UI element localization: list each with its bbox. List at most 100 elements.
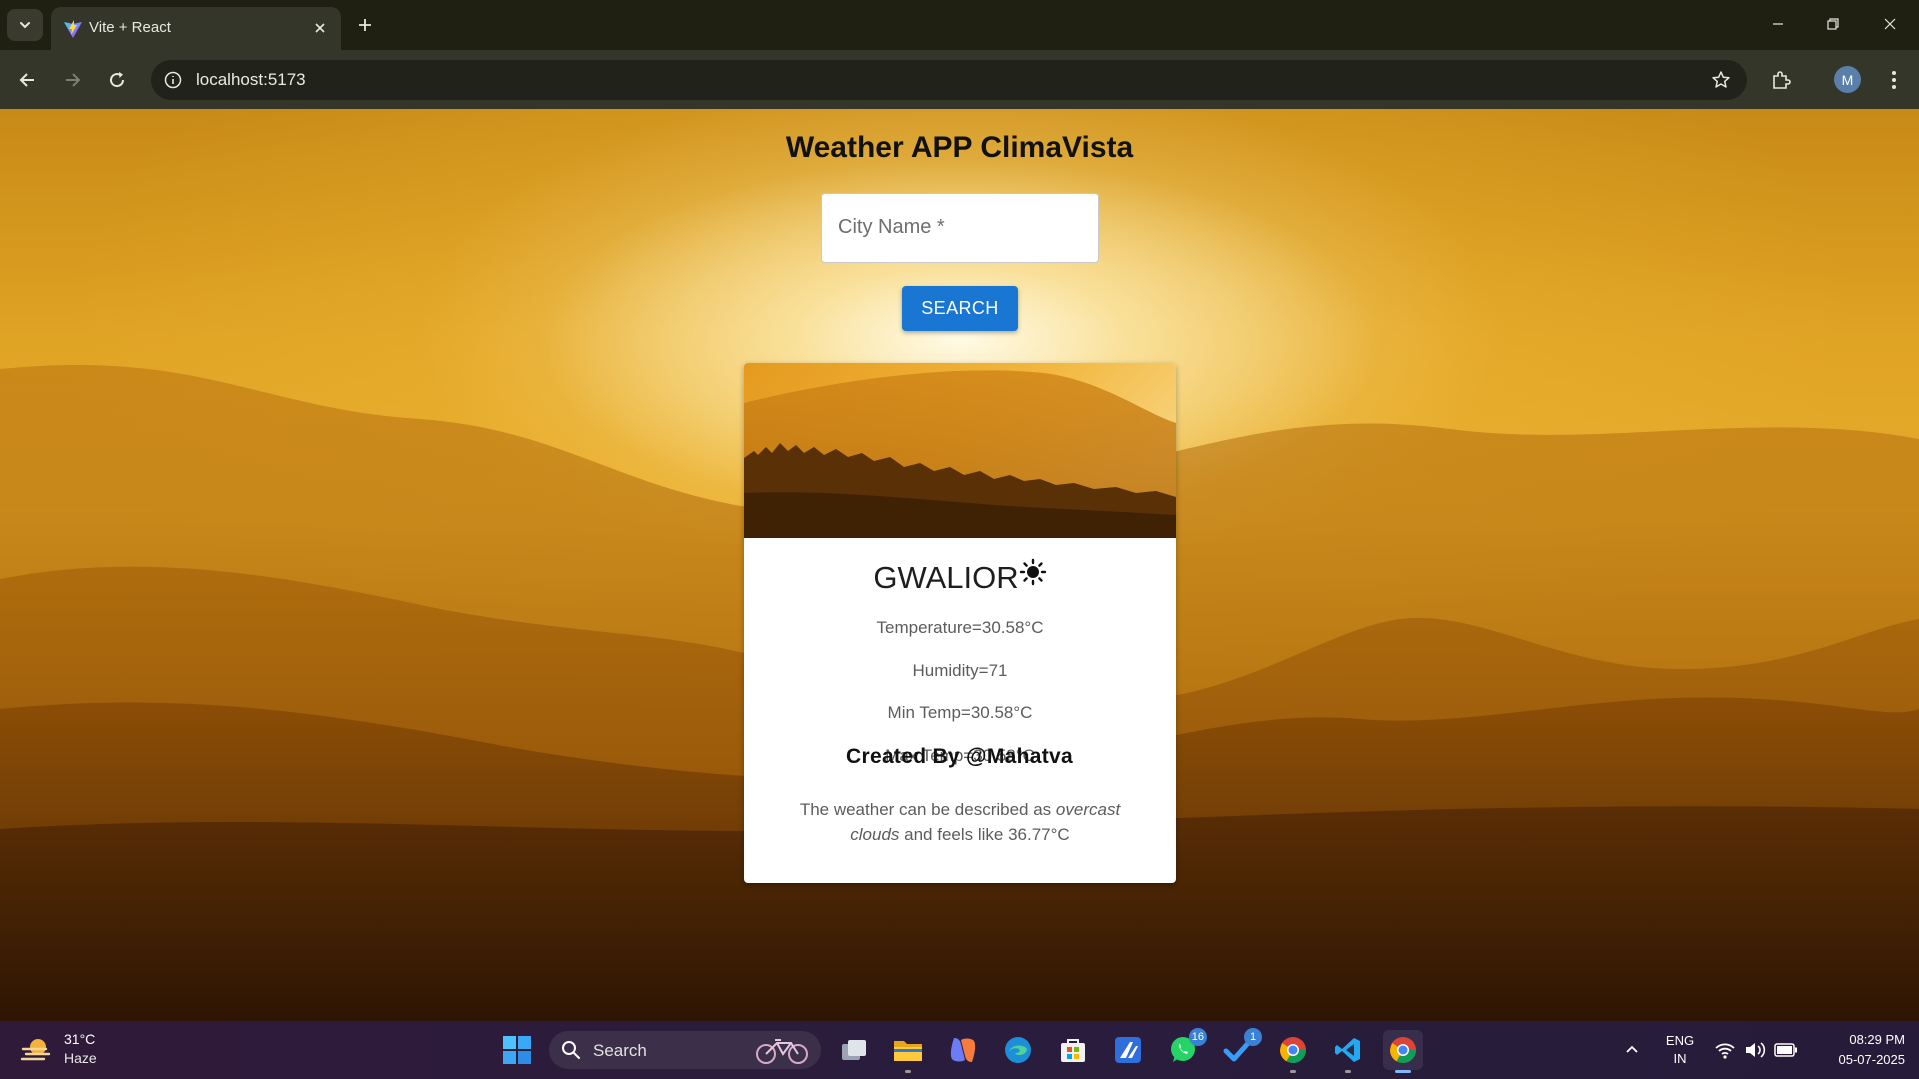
running-indicator [1345,1070,1351,1073]
description-prefix: The weather can be described as [799,800,1052,819]
address-bar[interactable]: localhost:5173 [151,60,1747,100]
edge-button[interactable] [998,1030,1038,1070]
todo-badge: 1 [1244,1028,1262,1046]
chrome-icon [1279,1037,1307,1064]
running-indicator [1290,1070,1296,1073]
search-button[interactable]: SEARCH [902,286,1018,331]
app-button[interactable] [1108,1030,1148,1070]
min-temp-text: Min Temp=30.58°C [887,703,1033,722]
browser-toolbar: localhost:5173 M [0,50,1919,109]
clock-time: 08:29 PM [1849,1032,1905,1047]
city-name-input[interactable]: City Name * [821,193,1099,263]
system-clock[interactable]: 08:29 PM 05-07-2025 [1805,1030,1906,1070]
arrow-left-icon [19,73,34,87]
windows-logo-icon [503,1036,531,1064]
vite-logo-icon [64,20,82,38]
taskbar-search[interactable]: Search [549,1031,821,1069]
restore-button[interactable] [1810,6,1856,42]
vscode-button[interactable] [1328,1030,1368,1073]
forward-button[interactable] [56,64,88,96]
app-icon [1115,1037,1141,1063]
store-icon [1061,1039,1085,1062]
taskbar: 31°C Haze Search 16 1 ENG IN 08:29 PM 05… [0,1021,1919,1079]
start-button[interactable] [497,1030,537,1070]
browser-menu-button[interactable] [1880,64,1908,96]
chrome-icon [1389,1037,1417,1064]
running-indicator [905,1070,911,1073]
volume-icon [1746,1042,1766,1058]
wifi-icon [1715,1043,1735,1059]
chrome-active-button[interactable] [1383,1030,1423,1073]
minimize-button[interactable] [1755,6,1801,42]
page-title: Weather APP ClimaVista [785,131,1134,164]
language-indicator[interactable]: ENG IN [1660,1032,1700,1068]
profile-avatar[interactable]: M [1834,66,1861,93]
todo-button[interactable]: 1 [1218,1028,1262,1070]
tab-close-button[interactable] [309,17,331,39]
star-icon [1712,71,1730,88]
file-explorer-button[interactable] [888,1030,928,1073]
city-name: GWALIOR [873,560,1019,595]
info-icon [164,71,182,89]
arrow-right-icon [66,73,81,87]
microsoft-store-button[interactable] [1053,1030,1093,1070]
description-suffix: and feels like 36.77°C [904,825,1070,844]
reload-button[interactable] [101,64,133,96]
site-info-button[interactable] [161,68,185,92]
vscode-icon [1335,1038,1360,1062]
show-hidden-icons-button[interactable] [1620,1037,1644,1061]
task-view-button[interactable] [834,1030,874,1070]
close-window-button[interactable] [1867,6,1913,42]
back-button[interactable] [12,64,44,96]
minimize-icon [1773,23,1783,25]
close-icon [1884,18,1896,30]
quick-settings-button[interactable] [1714,1038,1800,1062]
weather-card: GWALIOR Temperature=30.58°C Humidity=71 … [744,363,1176,883]
haze-icon [20,1039,51,1061]
weather-description: The weather can be described as overcast… [784,797,1136,847]
search-icon [562,1041,580,1059]
taskbar-weather-widget[interactable]: 31°C Haze [20,1030,140,1070]
folder-icon [894,1041,922,1061]
city-heading: GWALIOR [744,558,1176,596]
puzzle-icon [1773,71,1791,89]
active-indicator [1395,1070,1411,1073]
chevron-down-icon [20,22,30,29]
language-code: ENG [1665,1033,1695,1048]
page-viewport: Weather APP ClimaVista City Name * SEARC… [0,109,1919,1021]
whatsapp-button[interactable]: 16 [1163,1028,1207,1070]
whatsapp-badge: 16 [1188,1028,1207,1046]
sun-icon [1019,558,1046,586]
bicycle-icon [756,1039,808,1064]
browser-tab-active[interactable]: Vite + React [51,7,341,50]
chrome-profile-button[interactable] [1273,1030,1313,1073]
restore-icon [1827,18,1839,30]
more-vertical-icon [1892,71,1896,89]
tab-search-button[interactable] [7,9,43,41]
new-tab-button[interactable] [350,10,380,40]
tab-title: Vite + React [89,19,171,36]
bookmark-button[interactable] [1709,68,1733,92]
edge-icon [1005,1037,1031,1063]
browser-titlebar: Vite + React [0,0,1919,50]
copilot-button[interactable] [943,1030,983,1070]
copilot-icon [950,1038,976,1062]
language-region: IN [1673,1051,1687,1066]
clock-date: 05-07-2025 [1838,1052,1906,1067]
task-view-icon [842,1040,866,1060]
taskbar-search-placeholder: Search [593,1041,647,1060]
chevron-up-icon [1626,1045,1638,1053]
close-icon [315,23,325,33]
battery-icon [1774,1043,1797,1057]
plus-icon [359,19,371,31]
weather-card-image [744,363,1176,538]
weather-temperature: 31°C [64,1031,96,1047]
reload-icon [110,72,125,88]
footer-credit: Created By @Mahatva [846,745,1073,768]
temperature-text: Temperature=30.58°C [876,618,1044,637]
extensions-button[interactable] [1765,64,1797,96]
weather-condition: Haze [64,1050,97,1066]
url-text: localhost:5173 [196,70,306,89]
city-name-label: City Name * [838,216,945,238]
humidity-text: Humidity=71 [912,661,1008,680]
